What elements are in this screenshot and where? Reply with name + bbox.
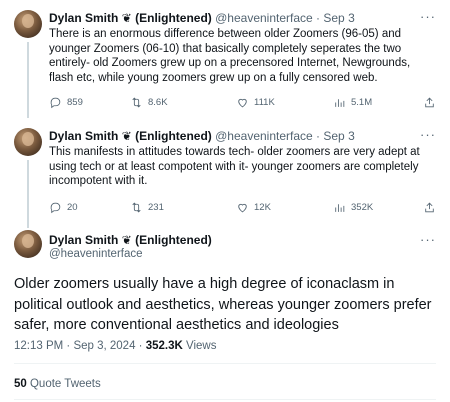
heart-icon	[238, 98, 247, 108]
repost-icon	[132, 202, 141, 213]
like-count: 12K	[254, 202, 271, 213]
repost-count: 8.6K	[148, 97, 168, 108]
heart-icon	[238, 203, 247, 213]
author-tag: (Enlightened)	[135, 11, 212, 25]
tweet-text: This manifests in attitudes towards tech…	[49, 146, 420, 188]
divider	[14, 399, 436, 400]
author-emoji: ❦	[121, 11, 132, 25]
more-dots-icon[interactable]: ···	[420, 9, 436, 24]
tweet-date[interactable]: · Sep 3	[316, 129, 355, 143]
focus-author: Dylan Smith ❦ (Enlightened)	[49, 233, 212, 247]
share-button[interactable]	[423, 201, 436, 214]
focus-tweet-text: Older zoomers usually have a high degree…	[14, 276, 432, 333]
thread-line	[27, 160, 29, 228]
more-dots-icon[interactable]: ···	[420, 232, 436, 247]
repost-button[interactable]: 8.6K	[130, 96, 168, 109]
repost-count: 231	[148, 202, 164, 213]
author-emoji: ❦	[121, 233, 132, 247]
tweet-actions: 20 231 12K 352K	[49, 201, 437, 217]
author-name[interactable]: Dylan Smith	[49, 233, 118, 247]
reply-icon	[50, 97, 61, 109]
share-icon	[425, 202, 434, 213]
share-button[interactable]	[423, 96, 436, 109]
author-emoji: ❦	[121, 129, 132, 143]
avatar[interactable]	[14, 230, 42, 258]
views-count: 352K	[351, 202, 374, 213]
author-tag: (Enlightened)	[135, 233, 212, 247]
repost-button[interactable]: 231	[130, 201, 164, 214]
author-handle[interactable]: @heaveninterface	[215, 11, 313, 25]
author-name[interactable]: Dylan Smith	[49, 129, 118, 143]
tweet-2[interactable]: Dylan Smith ❦ (Enlightened) @heaveninter…	[0, 118, 450, 228]
tweet-1[interactable]: Dylan Smith ❦ (Enlightened) @heaveninter…	[0, 0, 450, 118]
avatar[interactable]	[14, 128, 42, 156]
share-icon	[425, 97, 434, 108]
reply-count: 20	[67, 202, 78, 213]
quote-label: Quote Tweets	[26, 378, 101, 390]
divider	[14, 363, 436, 364]
tweet-meta: 12:13 PM · Sep 3, 2024 · 352.3K Views	[14, 340, 216, 352]
author-tag: (Enlightened)	[135, 129, 212, 143]
tweet-timestamp[interactable]: 12:13 PM · Sep 3, 2024 ·	[14, 340, 146, 352]
tweet-text: There is an enormous difference between …	[49, 28, 411, 84]
tweet-date[interactable]: · Sep 3	[316, 11, 355, 25]
views-button[interactable]: 352K	[333, 201, 373, 214]
like-count: 111K	[254, 97, 275, 108]
views-icon	[335, 204, 345, 212]
reply-icon	[50, 202, 61, 214]
tweet-header: Dylan Smith ❦ (Enlightened) @heaveninter…	[49, 129, 355, 143]
reply-count: 859	[67, 97, 83, 108]
repost-icon	[132, 97, 141, 108]
tweet-actions: 859 8.6K 111K 5.1M	[49, 96, 437, 112]
like-button[interactable]: 111K	[236, 96, 275, 109]
reply-button[interactable]: 20	[49, 201, 78, 214]
reply-button[interactable]: 859	[49, 96, 83, 109]
author-handle[interactable]: @heaveninterface	[49, 248, 143, 260]
more-dots-icon[interactable]: ···	[420, 127, 436, 142]
thread-line	[27, 42, 29, 118]
author-handle[interactable]: @heaveninterface	[215, 129, 313, 143]
avatar[interactable]	[14, 10, 42, 38]
views-label: Views	[182, 340, 217, 352]
views-icon	[335, 99, 345, 107]
tweet-header: Dylan Smith ❦ (Enlightened) @heaveninter…	[49, 11, 355, 25]
author-name[interactable]: Dylan Smith	[49, 11, 118, 25]
views-count: 5.1M	[351, 97, 373, 108]
quote-tweets-link[interactable]: 50 Quote Tweets	[14, 378, 101, 390]
quote-count: 50	[14, 378, 27, 390]
views-button[interactable]: 5.1M	[333, 96, 372, 109]
like-button[interactable]: 12K	[236, 201, 271, 214]
views-total: 352.3K	[145, 340, 183, 352]
